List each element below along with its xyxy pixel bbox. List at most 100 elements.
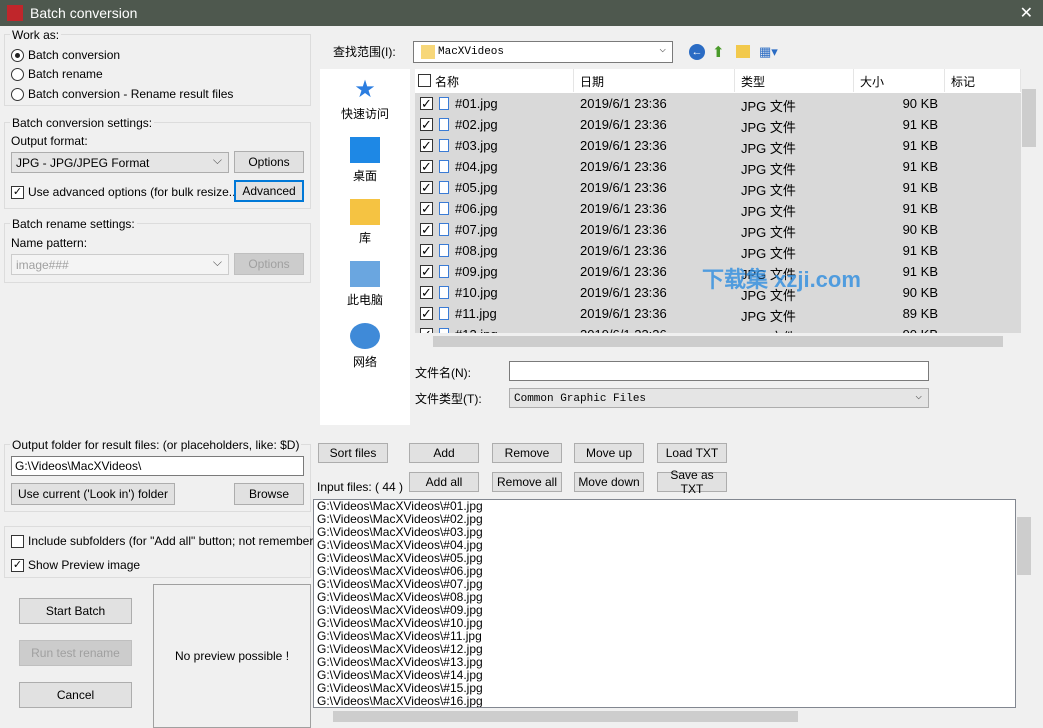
jpg-file-icon (439, 160, 449, 173)
format-options-button[interactable]: Options (234, 151, 304, 173)
file-checkbox[interactable]: ✓ (420, 223, 433, 236)
file-size: 91 KB (902, 264, 938, 279)
rename-options-button[interactable]: Options (234, 253, 304, 275)
output-format-select[interactable]: JPG - JPG/JPEG Format (11, 152, 229, 173)
file-row[interactable]: ✓ #03.jpg 2019/6/1 23:36 JPG 文件 91 KB (415, 135, 1021, 156)
file-row[interactable]: ✓ #12.jpg 2019/6/1 23:36 JPG 文件 90 KB (415, 324, 1021, 333)
file-row[interactable]: ✓ #01.jpg 2019/6/1 23:36 JPG 文件 90 KB (415, 93, 1021, 114)
name-pattern-select[interactable]: image### (11, 254, 229, 275)
browse-button[interactable]: Browse (234, 483, 304, 505)
input-list-hscrollbar[interactable] (313, 708, 1033, 725)
place-this-pc[interactable]: 此电脑 (320, 261, 410, 308)
file-row[interactable]: ✓ #07.jpg 2019/6/1 23:36 JPG 文件 90 KB (415, 219, 1021, 240)
title-bar: Batch conversion ✕ (0, 0, 1043, 26)
radio-batch-conversion[interactable]: Batch conversion (11, 48, 120, 62)
move-up-button[interactable]: Move up (574, 443, 644, 463)
jpg-file-icon (439, 244, 449, 257)
jpg-file-icon (439, 181, 449, 194)
file-checkbox[interactable]: ✓ (420, 286, 433, 299)
new-folder-icon[interactable] (736, 45, 750, 58)
file-date: 2019/6/1 23:36 (580, 159, 667, 174)
input-file-item[interactable]: G:\Videos\MacXVideos\#16.jpg (314, 695, 1015, 708)
filetype-label: 文件类型(T): (415, 392, 482, 406)
jpg-file-icon (439, 118, 449, 131)
add-button[interactable]: Add (409, 443, 479, 463)
column-type[interactable]: 类型 (735, 69, 854, 92)
up-folder-icon[interactable]: ⬆ (712, 43, 725, 61)
jpg-file-icon (439, 223, 449, 236)
place-network[interactable]: 网络 (320, 323, 410, 370)
cancel-button[interactable]: Cancel (19, 682, 132, 708)
back-icon[interactable]: ← (689, 44, 705, 60)
use-current-folder-button[interactable]: Use current ('Look in') folder (11, 483, 175, 505)
file-name: #07.jpg (455, 222, 498, 237)
file-list-vscrollbar[interactable] (1021, 69, 1037, 333)
start-batch-button[interactable]: Start Batch (19, 598, 132, 624)
radio-conversion-rename[interactable]: Batch conversion - Rename result files (11, 87, 233, 101)
preview-panel: No preview possible ! (153, 584, 311, 728)
remove-button[interactable]: Remove (492, 443, 562, 463)
close-button[interactable]: ✕ (1020, 3, 1033, 23)
file-name: #11.jpg (455, 306, 497, 321)
filename-input[interactable] (509, 361, 929, 381)
file-name: #02.jpg (455, 117, 498, 132)
place-libraries[interactable]: 库 (320, 199, 410, 246)
file-row[interactable]: ✓ #08.jpg 2019/6/1 23:36 JPG 文件 91 KB (415, 240, 1021, 261)
file-checkbox[interactable]: ✓ (420, 118, 433, 131)
column-size[interactable]: 大小 (854, 69, 945, 92)
column-tag[interactable]: 标记 (945, 69, 1021, 92)
file-checkbox[interactable]: ✓ (420, 181, 433, 194)
place-quick-access[interactable]: ★ 快速访问 (320, 75, 410, 122)
file-size: 91 KB (902, 138, 938, 153)
file-checkbox[interactable]: ✓ (420, 244, 433, 257)
input-files-list[interactable]: G:\Videos\MacXVideos\#01.jpg G:\Videos\Ma… (313, 499, 1016, 708)
file-row[interactable]: ✓ #04.jpg 2019/6/1 23:36 JPG 文件 91 KB (415, 156, 1021, 177)
view-menu-icon[interactable]: ▦▾ (759, 44, 778, 60)
look-in-select[interactable]: MacXVideos (413, 41, 673, 63)
place-desktop[interactable]: 桌面 (320, 137, 410, 184)
file-date: 2019/6/1 23:36 (580, 138, 667, 153)
file-date: 2019/6/1 23:36 (580, 306, 667, 321)
jpg-file-icon (439, 307, 449, 320)
remove-all-button[interactable]: Remove all (492, 472, 562, 492)
file-size: 89 KB (902, 306, 938, 321)
select-all-checkbox[interactable] (418, 74, 431, 87)
show-preview-checkbox[interactable]: ✓ Show Preview image (11, 558, 140, 572)
checkbox-label: Use advanced options (for bulk resize...… (28, 185, 243, 199)
jpg-file-icon (439, 265, 449, 278)
file-checkbox[interactable]: ✓ (420, 160, 433, 173)
save-txt-button[interactable]: Save as TXT (657, 468, 727, 496)
advanced-options-checkbox[interactable]: ✓ Use advanced options (for bulk resize..… (11, 185, 243, 199)
column-date[interactable]: 日期 (574, 69, 735, 92)
file-checkbox[interactable]: ✓ (420, 307, 433, 320)
file-name: #08.jpg (455, 243, 498, 258)
file-size: 91 KB (902, 243, 938, 258)
run-test-rename-button[interactable]: Run test rename (19, 640, 132, 666)
filename-label: 文件名(N): (415, 366, 471, 380)
checkbox-label: Include subfolders (for "Add all" button… (28, 534, 331, 548)
radio-label: Batch conversion (28, 48, 121, 62)
file-date: 2019/6/1 23:36 (580, 243, 667, 258)
input-list-vscrollbar[interactable] (1016, 499, 1033, 708)
file-row[interactable]: ✓ #05.jpg 2019/6/1 23:36 JPG 文件 91 KB (415, 177, 1021, 198)
file-name: #10.jpg (455, 285, 498, 300)
load-txt-button[interactable]: Load TXT (657, 443, 727, 463)
radio-batch-rename[interactable]: Batch rename (11, 67, 103, 81)
file-checkbox[interactable]: ✓ (420, 139, 433, 152)
move-down-button[interactable]: Move down (574, 472, 644, 492)
filetype-select[interactable]: Common Graphic Files (509, 388, 929, 408)
advanced-button[interactable]: Advanced (234, 180, 304, 202)
file-row[interactable]: ✓ #11.jpg 2019/6/1 23:36 JPG 文件 89 KB (415, 303, 1021, 324)
column-name[interactable]: 名称 (415, 69, 574, 92)
add-all-button[interactable]: Add all (409, 472, 479, 492)
output-folder-input[interactable]: G:\Videos\MacXVideos\ (11, 456, 304, 476)
file-row[interactable]: ✓ #06.jpg 2019/6/1 23:36 JPG 文件 91 KB (415, 198, 1021, 219)
place-label: 快速访问 (340, 107, 389, 121)
file-checkbox[interactable]: ✓ (420, 97, 433, 110)
sort-files-button[interactable]: Sort files (318, 443, 388, 463)
file-list-hscrollbar[interactable] (415, 333, 1021, 350)
include-subfolders-checkbox[interactable]: Include subfolders (for "Add all" button… (11, 534, 331, 548)
file-checkbox[interactable]: ✓ (420, 265, 433, 278)
file-row[interactable]: ✓ #02.jpg 2019/6/1 23:36 JPG 文件 91 KB (415, 114, 1021, 135)
file-checkbox[interactable]: ✓ (420, 202, 433, 215)
